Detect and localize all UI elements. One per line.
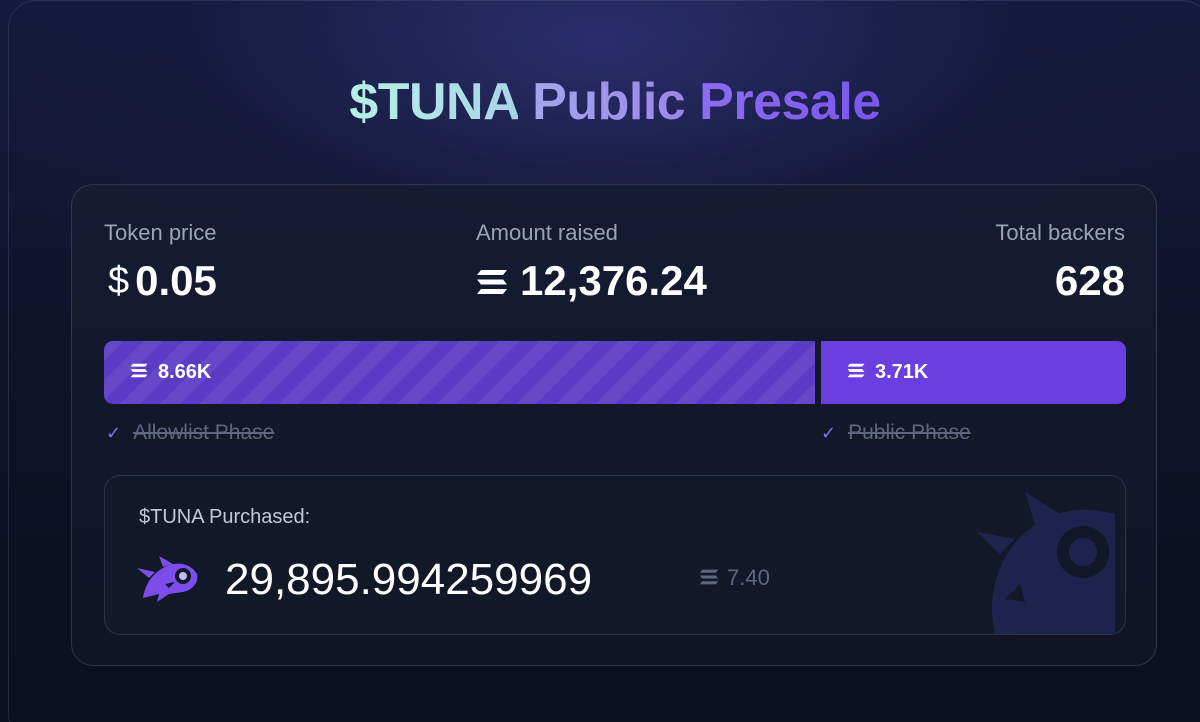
purchased-sol-value-row: 7.40 (699, 565, 770, 591)
total-backers-label: Total backers (995, 220, 1125, 245)
public-segment: 3.71K (821, 341, 1126, 404)
public-amount: 3.71K (875, 361, 929, 383)
allowlist-amount: 8.66K (158, 361, 212, 383)
check-icon: ✓ (106, 423, 122, 443)
amount-raised-value-row: 12,376.24 (476, 256, 707, 306)
total-backers-number: 628 (1054, 257, 1125, 304)
title-ticker: $TUNA (349, 73, 519, 131)
total-backers-value: 628 (900, 256, 1125, 306)
token-price-label: Token price (104, 220, 217, 245)
raise-progress-bar: 8.66K 3.71K (104, 341, 1126, 404)
tuna-fish-icon (135, 554, 201, 609)
purchased-sol-value: 7.40 (727, 565, 770, 590)
public-phase-label: Public Phase (848, 421, 971, 444)
solana-icon (699, 565, 719, 591)
public-phase: ✓ Public Phase (821, 419, 971, 447)
tuna-fish-watermark-icon (965, 484, 1125, 634)
purchased-label: $TUNA Purchased: (139, 506, 311, 528)
purchased-amount: 29,895.994259969 (225, 555, 593, 604)
page-title: $TUNA Public Presale (0, 66, 1200, 138)
solana-icon (847, 361, 865, 384)
check-icon: ✓ (821, 423, 837, 443)
allowlist-segment: 8.66K (104, 341, 815, 404)
solana-icon (476, 256, 508, 306)
token-price-value: 0.05 (135, 257, 217, 304)
solana-icon (130, 361, 148, 384)
allowlist-segment-label: 8.66K (130, 361, 211, 384)
purchased-panel: $TUNA Purchased: 29,895.994259969 7.40 (104, 475, 1126, 635)
title-presale: Presale (699, 73, 881, 131)
amount-raised-label: Amount raised (476, 220, 618, 245)
title-public: Public (532, 73, 686, 131)
presale-page: $TUNA Public Presale Token price $ 0.05 … (0, 0, 1200, 722)
amount-raised-value: 12,376.24 (520, 257, 707, 304)
public-segment-label: 3.71K (847, 361, 928, 384)
allowlist-phase-label: Allowlist Phase (133, 421, 275, 444)
dollar-icon: $ (108, 260, 130, 302)
token-price-value-row: $ 0.05 (108, 256, 217, 306)
allowlist-phase: ✓ Allowlist Phase (106, 419, 274, 447)
